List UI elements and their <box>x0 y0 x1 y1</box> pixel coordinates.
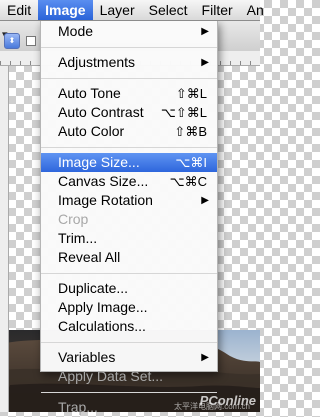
submenu-arrow-icon: ▶ <box>201 57 209 68</box>
option-checkbox[interactable] <box>26 36 36 46</box>
menu-item-canvas-size[interactable]: Canvas Size... ⌥⌘C <box>41 172 217 191</box>
menu-item-label: Adjustments <box>58 54 136 70</box>
menu-item-apply-data-set: Apply Data Set... <box>41 367 217 386</box>
menu-image[interactable]: Image <box>38 0 93 20</box>
menu-item-auto-color[interactable]: Auto Color ⇧⌘B <box>41 122 217 141</box>
menu-item-label: Canvas Size... <box>58 173 149 189</box>
menu-separator <box>41 273 217 274</box>
menu-item-calculations[interactable]: Calculations... <box>41 317 217 336</box>
menu-item-adjustments[interactable]: Adjustments ▶ <box>41 53 217 72</box>
menu-item-label: Mode <box>58 23 94 39</box>
menu-item-label: Duplicate... <box>58 280 129 296</box>
menu-separator <box>41 392 217 393</box>
menu-item-variables[interactable]: Variables ▶ <box>41 348 217 367</box>
menu-item-label: Auto Contrast <box>58 104 144 120</box>
menu-separator <box>41 342 217 343</box>
menu-item-shortcut: ⇧⌘B <box>174 124 207 139</box>
menu-item-auto-contrast[interactable]: Auto Contrast ⌥⇧⌘L <box>41 103 217 122</box>
menu-item-label: Trap... <box>58 399 98 415</box>
submenu-arrow-icon: ▶ <box>201 352 209 363</box>
menu-item-image-size[interactable]: Image Size... ⌥⌘I <box>41 153 217 172</box>
menu-analysis[interactable]: An <box>240 0 271 20</box>
menu-item-label: Trim... <box>58 230 98 246</box>
menu-item-shortcut: ⇧⌘L <box>175 86 207 101</box>
menu-item-label: Apply Image... <box>58 299 148 315</box>
menu-separator <box>41 78 217 79</box>
menu-separator <box>41 147 217 148</box>
menu-item-duplicate[interactable]: Duplicate... <box>41 279 217 298</box>
menu-layer[interactable]: Layer <box>93 0 142 20</box>
option-stepper-icon[interactable]: ⬍ <box>4 33 20 49</box>
submenu-arrow-icon: ▶ <box>201 195 209 206</box>
menu-item-label: Variables <box>58 349 116 365</box>
submenu-arrow-icon: ▶ <box>201 26 209 37</box>
menu-item-shortcut: ⌥⇧⌘L <box>160 105 207 120</box>
menu-item-reveal-all[interactable]: Reveal All <box>41 248 217 267</box>
menu-item-label: Calculations... <box>58 318 146 334</box>
menu-item-label: Image Size... <box>58 154 140 170</box>
menu-edit[interactable]: Edit <box>0 0 38 20</box>
menu-filter[interactable]: Filter <box>195 0 240 20</box>
image-menu-dropdown: Mode ▶ Adjustments ▶ Auto Tone ⇧⌘L Auto … <box>40 20 218 415</box>
watermark-subtext: 太平洋电脑网.com.cn <box>173 402 250 411</box>
menu-select[interactable]: Select <box>142 0 195 20</box>
menu-item-auto-tone[interactable]: Auto Tone ⇧⌘L <box>41 84 217 103</box>
vertical-ruler <box>0 66 9 412</box>
menu-item-label: Image Rotation <box>58 192 153 208</box>
menu-bar: Edit Image Layer Select Filter An <box>0 0 264 21</box>
menu-item-label: Apply Data Set... <box>58 368 164 384</box>
menu-item-mode[interactable]: Mode ▶ <box>41 22 217 41</box>
menu-item-shortcut: ⌥⌘C <box>169 174 207 189</box>
menu-item-label: Auto Color <box>58 123 125 139</box>
menu-separator <box>41 47 217 48</box>
menu-item-apply-image[interactable]: Apply Image... <box>41 298 217 317</box>
menu-item-label: Reveal All <box>58 249 121 265</box>
menu-item-shortcut: ⌥⌘I <box>175 155 207 170</box>
menu-item-crop: Crop <box>41 210 217 229</box>
menu-item-image-rotation[interactable]: Image Rotation ▶ <box>41 191 217 210</box>
menu-item-label: Auto Tone <box>58 85 121 101</box>
menu-item-trim[interactable]: Trim... <box>41 229 217 248</box>
menu-item-label: Crop <box>58 211 89 227</box>
